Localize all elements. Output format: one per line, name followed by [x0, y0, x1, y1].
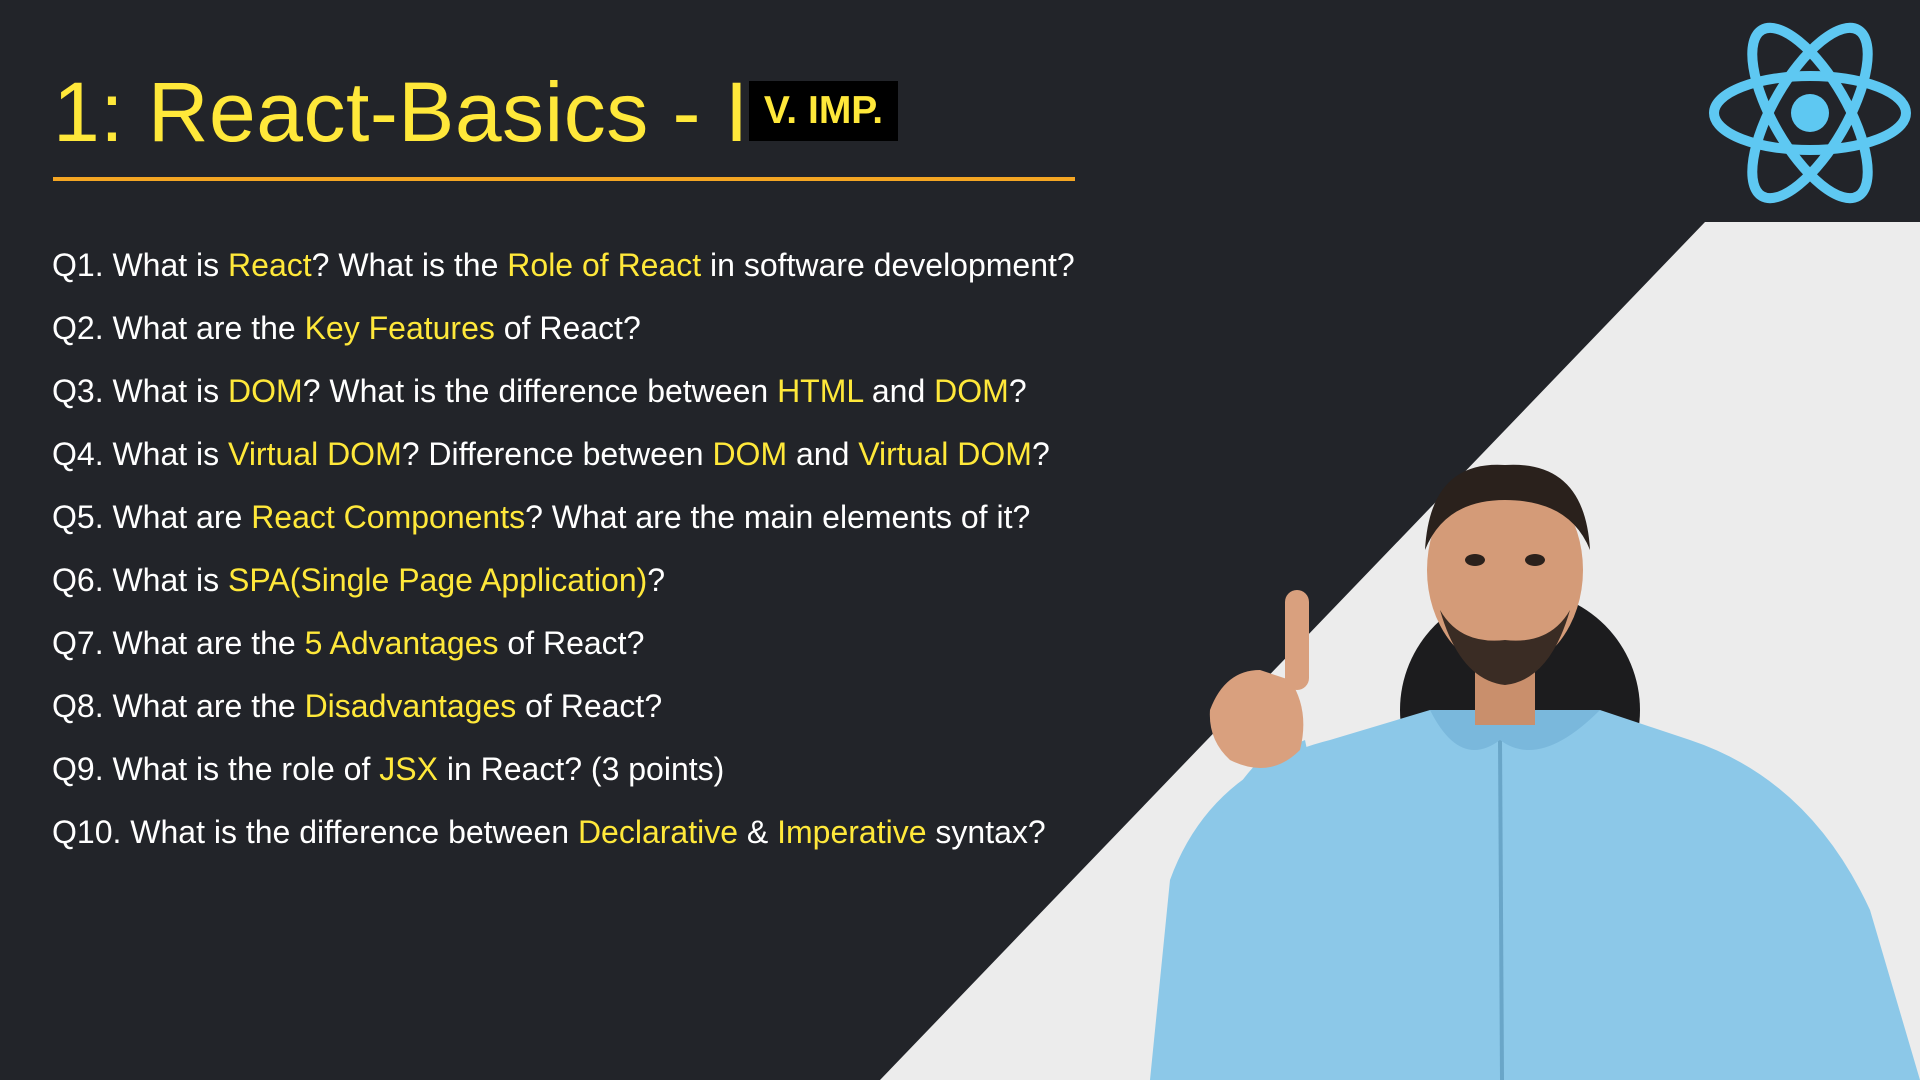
question-item: Q7. What are the 5 Advantages of React? [52, 612, 1075, 675]
question-list: Q1. What is React? What is the Role of R… [52, 234, 1075, 864]
question-item: Q3. What is DOM? What is the difference … [52, 360, 1075, 423]
question-text: & [738, 814, 778, 850]
question-text: in React? (3 points) [437, 751, 725, 787]
question-text: of React? [494, 310, 641, 346]
highlighted-term: DOM [228, 373, 303, 409]
question-item: Q9. What is the role of JSX in React? (3… [52, 738, 1075, 801]
question-text: ? What is the [311, 247, 508, 283]
question-text: ? [1008, 373, 1027, 409]
question-item: Q2. What are the Key Features of React? [52, 297, 1075, 360]
question-text: Q7. What are the [52, 625, 305, 661]
highlighted-term: Virtual DOM [228, 436, 402, 472]
question-text: ? Difference between [401, 436, 713, 472]
highlighted-term: Role of React [507, 247, 702, 283]
question-text: Q2. What are the [52, 310, 305, 346]
highlighted-term: HTML [777, 373, 863, 409]
slide: 1: React-Basics - I V. IMP. Q1. What is … [0, 0, 1920, 1080]
react-atom-icon [1709, 22, 1911, 204]
question-item: Q5. What are React Components? What are … [52, 486, 1075, 549]
title-underline [53, 177, 1075, 181]
atom-nucleus [1791, 94, 1829, 132]
question-item: Q8. What are the Disadvantages of React? [52, 675, 1075, 738]
question-text: Q4. What is [52, 436, 229, 472]
question-text: Q8. What are the [52, 688, 305, 724]
highlighted-term: Key Features [304, 310, 495, 346]
highlighted-term: React Components [251, 499, 526, 535]
highlighted-term: Declarative [577, 814, 738, 850]
question-text: Q1. What is [52, 247, 229, 283]
question-text: Q3. What is [52, 373, 229, 409]
question-item: Q4. What is Virtual DOM? Difference betw… [52, 423, 1075, 486]
question-text: ? [647, 562, 666, 598]
question-text: syntax? [926, 814, 1046, 850]
highlighted-term: SPA(Single Page Application) [228, 562, 648, 598]
question-text: ? [1031, 436, 1050, 472]
question-item: Q1. What is React? What is the Role of R… [52, 234, 1075, 297]
question-text: and [787, 436, 859, 472]
question-text: Q10. What is the difference between [52, 814, 578, 850]
question-text: ? What is the difference between [302, 373, 778, 409]
question-text: Q9. What is the role of [52, 751, 380, 787]
pointing-finger [1285, 590, 1309, 690]
question-text: of React? [516, 688, 663, 724]
question-item: Q6. What is SPA(Single Page Application)… [52, 549, 1075, 612]
highlighted-term: Virtual DOM [858, 436, 1032, 472]
question-text: Q5. What are [52, 499, 252, 535]
highlighted-term: DOM [712, 436, 788, 472]
highlighted-term: 5 Advantages [304, 625, 499, 661]
highlighted-term: JSX [379, 751, 438, 787]
highlighted-term: Imperative [777, 814, 927, 850]
slide-title: 1: React-Basics - I [53, 65, 749, 159]
presenter-image [1150, 464, 1920, 1080]
question-item: Q10. What is the difference between Decl… [52, 801, 1075, 864]
highlighted-term: Disadvantages [304, 688, 517, 724]
question-text: and [862, 373, 935, 409]
question-text: of React? [498, 625, 645, 661]
importance-badge: V. IMP. [749, 81, 898, 141]
question-text: Q6. What is [52, 562, 229, 598]
highlighted-term: React [228, 247, 312, 283]
question-text: ? What are the main elements of it? [525, 499, 1031, 535]
question-text: in software development? [701, 247, 1075, 283]
highlighted-term: DOM [934, 373, 1009, 409]
